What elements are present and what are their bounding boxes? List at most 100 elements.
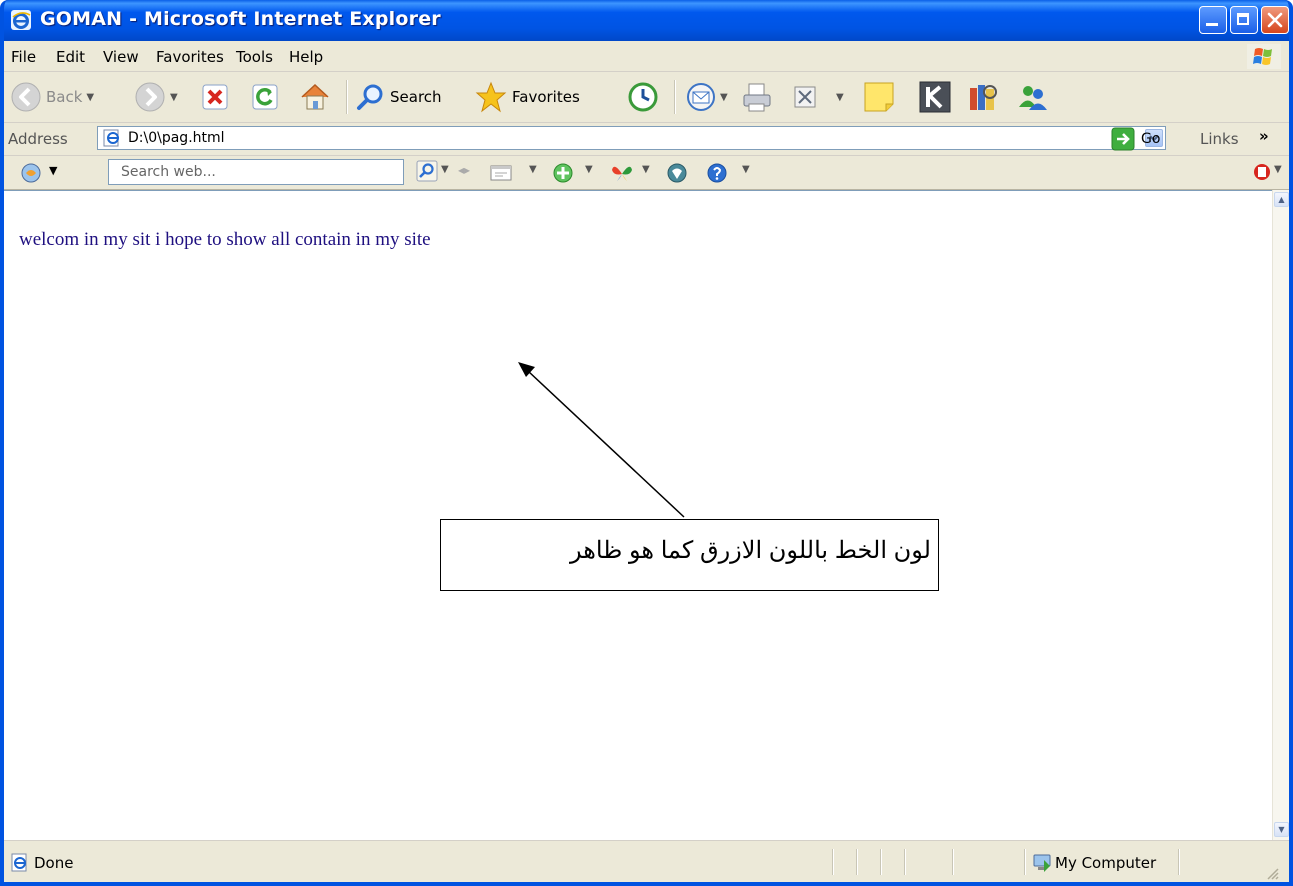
star-icon — [475, 81, 507, 113]
annotation-arrow — [518, 362, 685, 518]
status-divider — [1178, 849, 1180, 875]
windows-logo-icon — [1247, 44, 1281, 69]
help-dropdown-icon[interactable]: ▼ — [742, 164, 750, 175]
search-button[interactable]: Search — [354, 79, 442, 115]
title-bar[interactable]: GOMAN - Microsoft Internet Explorer — [4, 0, 1289, 41]
history-icon — [628, 82, 658, 112]
status-divider — [880, 849, 882, 875]
mail-dropdown-icon[interactable]: ▼ — [720, 92, 728, 103]
status-divider — [832, 849, 834, 875]
address-input[interactable]: D:\0\pag.html — [97, 126, 1166, 150]
home-button[interactable] — [298, 79, 332, 115]
books-icon — [970, 85, 997, 110]
butterfly-icon[interactable] — [610, 162, 634, 184]
status-page-icon — [11, 853, 27, 872]
edit-dropdown-icon[interactable]: ▼ — [836, 92, 844, 103]
browser-frame: File Edit View Favorites Tools Help Back — [4, 41, 1289, 882]
search-web-input[interactable]: Search web... — [108, 159, 404, 185]
maximize-button[interactable] — [1230, 6, 1258, 34]
annotation-text: لون الخط باللون الازرق كما هو ظاهر — [569, 537, 931, 564]
msn-dropdown-icon[interactable]: ▼ — [642, 164, 650, 175]
popup-blocker-icon[interactable] — [490, 164, 512, 182]
go-arrow-icon — [1111, 127, 1135, 151]
toolbar-separator — [674, 80, 676, 114]
toolbar-menu-dropdown-icon[interactable]: ▼ — [49, 164, 57, 177]
search-placeholder: Search web... — [121, 164, 216, 180]
ie-icon — [11, 10, 31, 30]
messenger-icon — [1019, 86, 1047, 110]
refresh-icon — [252, 84, 278, 110]
computer-icon — [1033, 854, 1051, 872]
forward-dropdown-icon[interactable]: ▼ — [170, 92, 178, 103]
stop-icon — [202, 84, 228, 110]
scroll-up-button[interactable]: ▲ — [1274, 192, 1289, 207]
research-button[interactable] — [966, 79, 1000, 115]
forward-arrow-icon — [135, 82, 165, 112]
scroll-down-button[interactable]: ▼ — [1274, 822, 1289, 837]
status-divider — [952, 849, 954, 875]
shield-icon[interactable] — [666, 162, 688, 184]
menu-tools[interactable]: Tools — [236, 48, 273, 66]
minimize-icon — [1206, 23, 1218, 26]
add-dropdown-icon[interactable]: ▼ — [585, 164, 593, 175]
toolbar-separator — [346, 80, 348, 114]
refresh-button[interactable] — [250, 79, 280, 115]
browser-window: GOMAN - Microsoft Internet Explorer File… — [0, 0, 1293, 886]
zone-text: My Computer — [1055, 854, 1157, 872]
search-go-icon[interactable] — [416, 160, 438, 182]
forward-button[interactable]: ▼ — [134, 79, 178, 115]
messenger-button[interactable] — [1016, 79, 1050, 115]
favorites-label: Favorites — [512, 88, 580, 106]
menu-edit[interactable]: Edit — [56, 48, 85, 66]
back-label: Back — [46, 88, 83, 106]
print-button[interactable] — [740, 79, 774, 115]
add-icon[interactable] — [552, 162, 574, 184]
status-divider — [856, 849, 858, 875]
pdf-icon[interactable] — [1252, 162, 1272, 182]
mail-button[interactable]: ▼ — [684, 79, 728, 115]
page-content: welcom in my sit i hope to show all cont… — [4, 190, 1272, 841]
go-label: Go — [1141, 131, 1161, 147]
links-more-chevron[interactable]: » — [1259, 127, 1269, 145]
favorites-button[interactable]: Favorites — [474, 79, 580, 115]
menu-bar: File Edit View Favorites Tools Help — [4, 41, 1289, 72]
search-icon — [357, 84, 383, 110]
standard-toolbar: Back ▼ ▼ Search Favorites ▼ ▼ — [4, 72, 1289, 123]
popup-dropdown-icon[interactable]: ▼ — [529, 164, 537, 175]
status-divider — [1024, 849, 1026, 875]
menu-view[interactable]: View — [103, 48, 139, 66]
help-icon[interactable] — [706, 162, 728, 184]
menu-favorites[interactable]: Favorites — [156, 48, 224, 66]
kaspersky-button[interactable] — [918, 79, 952, 115]
edit-button[interactable]: ▼ — [792, 79, 844, 115]
history-button[interactable] — [626, 79, 660, 115]
menu-help[interactable]: Help — [289, 48, 323, 66]
vertical-scrollbar[interactable]: ▲ ▼ — [1272, 190, 1289, 840]
search-dropdown-icon[interactable]: ▼ — [441, 164, 449, 175]
minimize-button[interactable] — [1199, 6, 1227, 34]
search-label: Search — [390, 88, 442, 106]
mail-icon — [687, 83, 715, 111]
window-title: GOMAN - Microsoft Internet Explorer — [40, 8, 441, 30]
toolbar-logo-icon[interactable] — [20, 162, 42, 184]
k-icon — [919, 81, 951, 113]
status-divider — [904, 849, 906, 875]
links-label[interactable]: Links — [1200, 130, 1239, 148]
discuss-button[interactable] — [862, 79, 896, 115]
menu-file[interactable]: File — [11, 48, 36, 66]
pdf-dropdown-icon[interactable]: ▼ — [1274, 164, 1282, 175]
status-text: Done — [34, 854, 74, 872]
edit-icon — [794, 86, 816, 108]
status-bar: Done My Computer — [4, 840, 1289, 882]
annotation-box: لون الخط باللون الازرق كما هو ظاهر — [440, 519, 939, 591]
back-button[interactable]: Back ▼ — [10, 79, 94, 115]
close-button[interactable] — [1261, 6, 1289, 34]
back-dropdown-icon[interactable]: ▼ — [86, 92, 94, 103]
resize-grip-icon[interactable] — [1266, 867, 1280, 881]
print-icon — [743, 83, 771, 112]
address-label: Address — [8, 130, 68, 148]
go-button[interactable]: Go — [1111, 127, 1160, 151]
home-icon — [301, 83, 329, 110]
stop-button[interactable] — [200, 79, 230, 115]
highlight-icon[interactable]: ◂▸ — [458, 163, 470, 177]
